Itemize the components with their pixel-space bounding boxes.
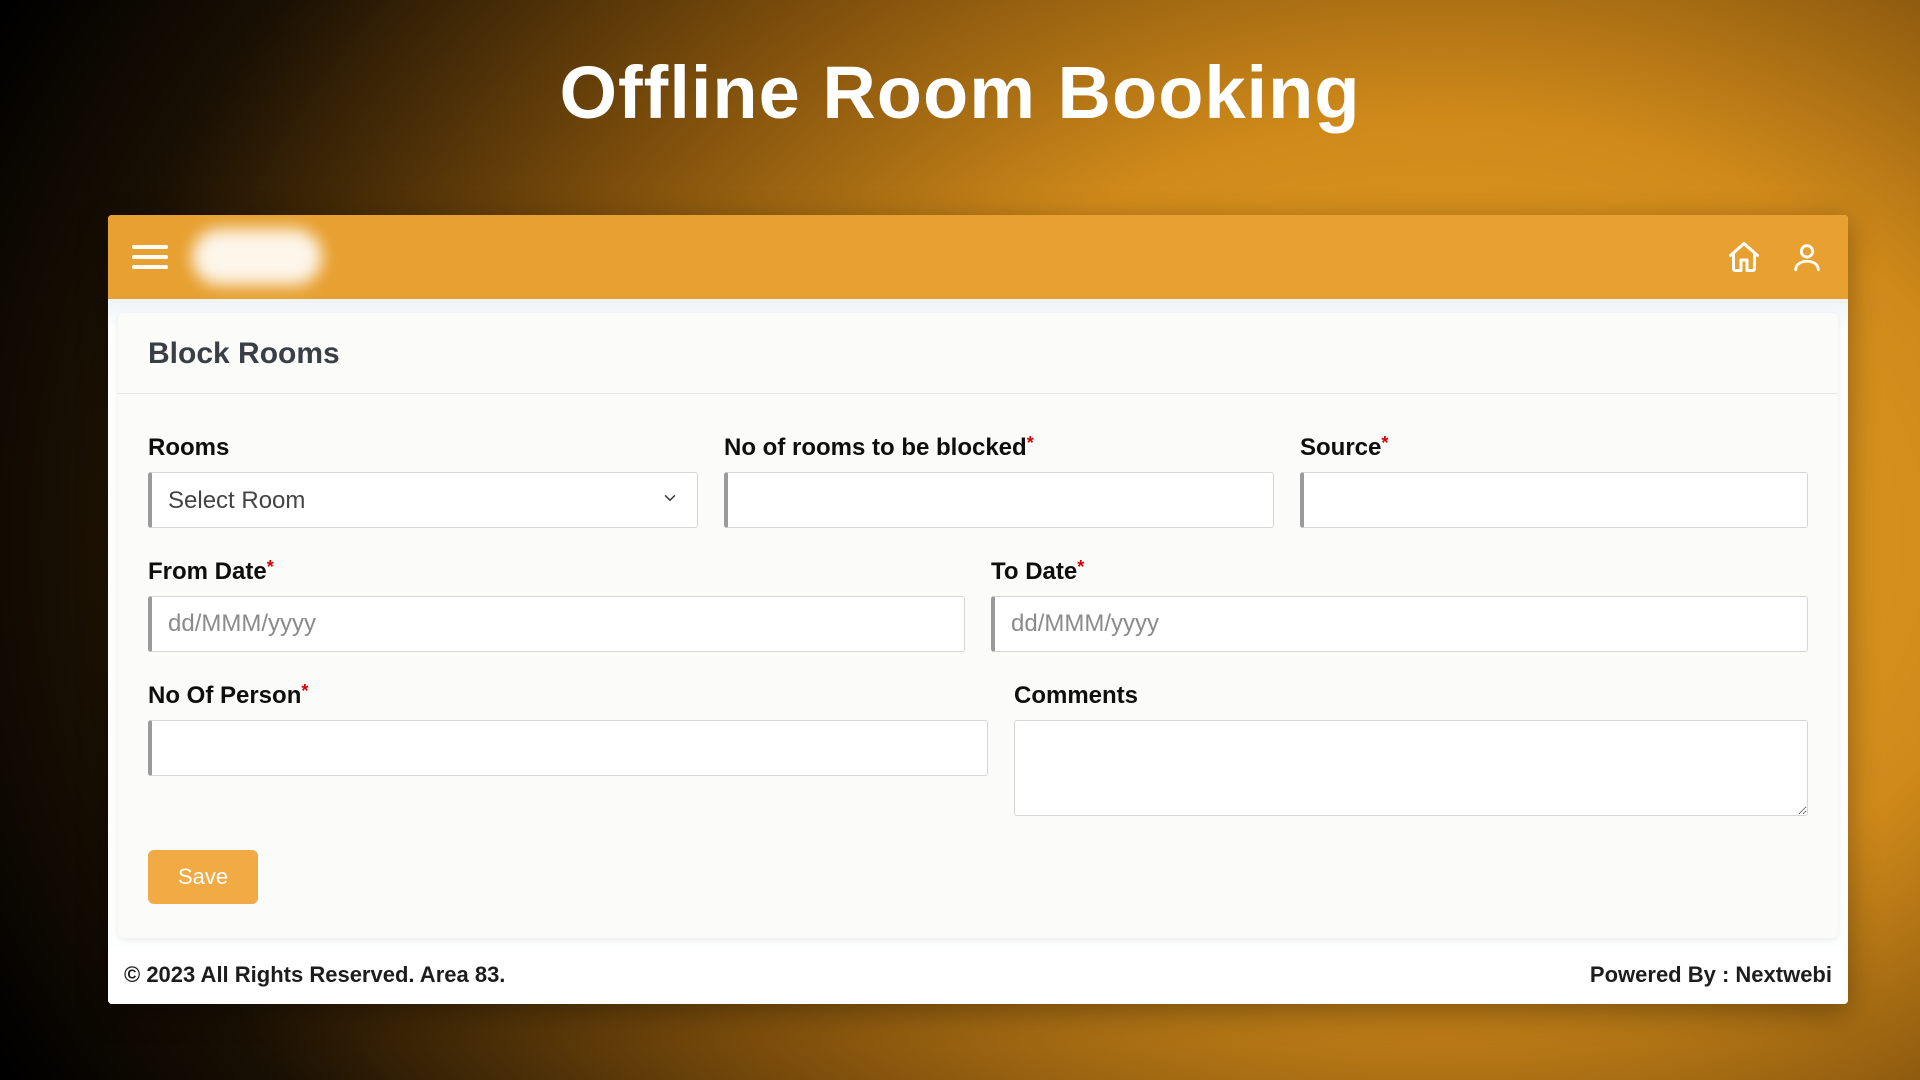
input-rooms-blocked[interactable] <box>744 473 1257 527</box>
brand-logo <box>192 229 322 285</box>
hamburger-icon[interactable] <box>132 239 168 275</box>
label-blocked-text: No of rooms to be blocked <box>724 434 1027 461</box>
panel-title: Block Rooms <box>148 337 1808 371</box>
footer-right: Powered By : Nextwebi <box>1590 962 1832 988</box>
app-window: Block Rooms Rooms Select Room <box>108 215 1848 1004</box>
label-rooms: Rooms <box>148 434 698 462</box>
input-blocked-wrap <box>724 472 1274 528</box>
field-persons: No Of Person* <box>148 682 988 816</box>
label-comments: Comments <box>1014 682 1808 710</box>
label-blocked: No of rooms to be blocked* <box>724 434 1274 462</box>
label-source: Source* <box>1300 434 1808 462</box>
field-rooms: Rooms Select Room <box>148 434 698 528</box>
field-to-date: To Date* <box>991 558 1808 652</box>
save-button[interactable]: Save <box>148 850 258 904</box>
button-row: Save <box>118 816 1838 904</box>
required-marker: * <box>267 557 274 577</box>
form-row-3: No Of Person* Comments <box>148 682 1808 816</box>
hero-title: Offline Room Booking <box>0 0 1920 135</box>
input-to-date[interactable] <box>1011 597 1791 651</box>
content-area: Block Rooms Rooms Select Room <box>108 299 1848 948</box>
label-persons: No Of Person* <box>148 682 988 710</box>
required-marker: * <box>1027 433 1034 453</box>
label-to-date: To Date* <box>991 558 1808 586</box>
input-from-date-wrap <box>148 596 965 652</box>
input-persons[interactable] <box>168 721 971 775</box>
field-source: Source* <box>1300 434 1808 528</box>
field-blocked: No of rooms to be blocked* <box>724 434 1274 528</box>
topbar <box>108 215 1848 299</box>
required-marker: * <box>301 681 308 701</box>
home-icon[interactable] <box>1726 239 1762 275</box>
stage: Offline Room Booking Block Rooms <box>0 0 1920 1080</box>
input-source[interactable] <box>1320 473 1791 527</box>
label-persons-text: No Of Person <box>148 682 301 709</box>
select-rooms[interactable]: Select Room <box>168 473 681 527</box>
label-source-text: Source <box>1300 434 1381 461</box>
panel-block-rooms: Block Rooms Rooms Select Room <box>118 313 1838 938</box>
input-source-wrap <box>1300 472 1808 528</box>
topbar-actions <box>1726 239 1824 275</box>
footer-left: © 2023 All Rights Reserved. Area 83. <box>124 962 505 988</box>
label-from-date: From Date* <box>148 558 965 586</box>
label-to-date-text: To Date <box>991 558 1077 585</box>
form-row-2: From Date* To Date* <box>148 558 1808 652</box>
field-from-date: From Date* <box>148 558 965 652</box>
input-persons-wrap <box>148 720 988 776</box>
panel-header: Block Rooms <box>118 313 1838 394</box>
form: Rooms Select Room No of <box>118 394 1838 816</box>
textarea-comments[interactable] <box>1014 720 1808 816</box>
input-to-date-wrap <box>991 596 1808 652</box>
select-rooms-wrap: Select Room <box>148 472 698 528</box>
required-marker: * <box>1381 433 1388 453</box>
form-row-1: Rooms Select Room No of <box>148 434 1808 528</box>
label-from-date-text: From Date <box>148 558 267 585</box>
required-marker: * <box>1077 557 1084 577</box>
input-from-date[interactable] <box>168 597 948 651</box>
footer: © 2023 All Rights Reserved. Area 83. Pow… <box>108 948 1848 1004</box>
user-icon[interactable] <box>1790 240 1824 274</box>
field-comments: Comments <box>1014 682 1808 816</box>
